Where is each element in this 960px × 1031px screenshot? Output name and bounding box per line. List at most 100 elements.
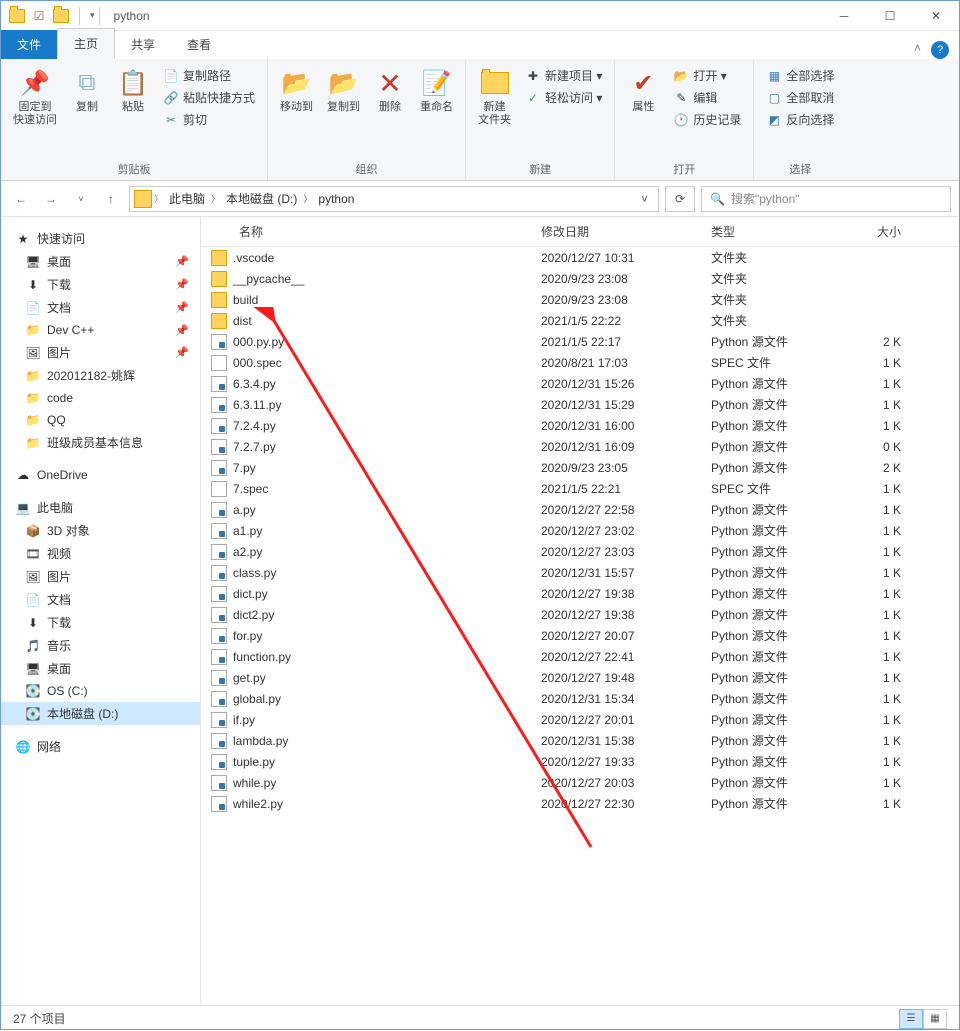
sidebar-item[interactable]: 🖼图片📌	[1, 341, 200, 364]
sidebar-item[interactable]: 📁班级成员基本信息	[1, 431, 200, 454]
sidebar-item[interactable]: 📁code	[1, 387, 200, 409]
table-row[interactable]: if.py2020/12/27 20:01Python 源文件1 K	[201, 709, 959, 730]
breadcrumb[interactable]: 〉 此电脑 〉 本地磁盘 (D:) 〉 python ˅	[129, 186, 659, 212]
close-button[interactable]: ✕	[913, 1, 959, 31]
table-row[interactable]: while.py2020/12/27 20:03Python 源文件1 K	[201, 772, 959, 793]
sidebar-item[interactable]: 🖥桌面	[1, 657, 200, 680]
qat-icon-2[interactable]	[53, 8, 69, 24]
tab-home[interactable]: 主页	[57, 28, 115, 59]
table-row[interactable]: a2.py2020/12/27 23:03Python 源文件1 K	[201, 541, 959, 562]
nav-forward-button[interactable]: →	[39, 187, 63, 211]
sidebar-item[interactable]: 📁QQ	[1, 409, 200, 431]
copy-button[interactable]: ⧉ 复制	[65, 63, 109, 118]
sidebar-item[interactable]: ⬇下载📌	[1, 273, 200, 296]
qat-icon[interactable]: ☑	[31, 8, 47, 24]
table-row[interactable]: 000.spec2020/8/21 17:03SPEC 文件1 K	[201, 352, 959, 373]
sidebar-item[interactable]: 🌐网络	[1, 735, 200, 758]
table-row[interactable]: 6.3.4.py2020/12/31 15:26Python 源文件1 K	[201, 373, 959, 394]
table-row[interactable]: for.py2020/12/27 20:07Python 源文件1 K	[201, 625, 959, 646]
select-none-button[interactable]: ▢全部取消	[762, 87, 838, 108]
sidebar-item[interactable]: ★快速访问	[1, 227, 200, 250]
table-row[interactable]: class.py2020/12/31 15:57Python 源文件1 K	[201, 562, 959, 583]
search-input[interactable]: 🔍 搜索"python"	[701, 186, 951, 212]
table-row[interactable]: a1.py2020/12/27 23:02Python 源文件1 K	[201, 520, 959, 541]
table-row[interactable]: dict.py2020/12/27 19:38Python 源文件1 K	[201, 583, 959, 604]
move-to-button[interactable]: 📂移动到	[274, 63, 319, 118]
col-header-name[interactable]: 名称	[201, 223, 531, 240]
breadcrumb-seg[interactable]: 此电脑	[165, 190, 209, 207]
sidebar-item[interactable]: ☁OneDrive	[1, 464, 200, 486]
history-button[interactable]: 🕐历史记录	[669, 109, 745, 130]
tab-view[interactable]: 查看	[171, 30, 227, 59]
ribbon-collapse-icon[interactable]: ˄	[904, 37, 931, 59]
sidebar-item[interactable]: 💻此电脑	[1, 496, 200, 519]
view-details-button[interactable]: ☰	[899, 1009, 923, 1029]
nav-recent-icon[interactable]: ˅	[69, 187, 93, 211]
qat-dropdown-icon[interactable]: ▾	[90, 10, 95, 21]
table-row[interactable]: a.py2020/12/27 22:58Python 源文件1 K	[201, 499, 959, 520]
table-row[interactable]: tuple.py2020/12/27 19:33Python 源文件1 K	[201, 751, 959, 772]
table-row[interactable]: dict2.py2020/12/27 19:38Python 源文件1 K	[201, 604, 959, 625]
sidebar-item[interactable]: 📄文档📌	[1, 296, 200, 319]
pin-quick-access-button[interactable]: 📌 固定到 快速访问	[7, 63, 63, 131]
minimize-button[interactable]: ─	[821, 1, 867, 31]
sidebar-item[interactable]: 🎵音乐	[1, 634, 200, 657]
refresh-button[interactable]: ⟳	[665, 186, 695, 212]
breadcrumb-seg[interactable]: python	[314, 192, 358, 206]
new-folder-button[interactable]: 新建 文件夹	[472, 63, 517, 131]
sidebar-item[interactable]: ⬇下载	[1, 611, 200, 634]
select-all-button[interactable]: ▦全部选择	[762, 65, 838, 86]
table-row[interactable]: lambda.py2020/12/31 15:38Python 源文件1 K	[201, 730, 959, 751]
col-header-date[interactable]: 修改日期	[531, 223, 701, 240]
view-large-button[interactable]: ▦	[923, 1009, 947, 1029]
sidebar-item[interactable]: 📄文档	[1, 588, 200, 611]
col-header-type[interactable]: 类型	[701, 223, 841, 240]
table-row[interactable]: __pycache__2020/9/23 23:08文件夹	[201, 268, 959, 289]
help-icon[interactable]: ?	[931, 41, 949, 59]
properties-button[interactable]: ✔属性	[621, 63, 665, 118]
table-row[interactable]: .vscode2020/12/27 10:31文件夹	[201, 247, 959, 268]
table-row[interactable]: while2.py2020/12/27 22:30Python 源文件1 K	[201, 793, 959, 814]
table-row[interactable]: 6.3.11.py2020/12/31 15:29Python 源文件1 K	[201, 394, 959, 415]
sidebar-item[interactable]: 🎞视频	[1, 542, 200, 565]
rename-button[interactable]: 📝重命名	[414, 63, 459, 118]
maximize-button[interactable]: ☐	[867, 1, 913, 31]
delete-button[interactable]: ✕删除	[368, 63, 412, 118]
sidebar-item[interactable]: 💽OS (C:)	[1, 680, 200, 702]
new-item-button[interactable]: ✚新建项目 ▾	[521, 65, 606, 86]
table-row[interactable]: dist2021/1/5 22:22文件夹	[201, 310, 959, 331]
table-row[interactable]: 000.py.py2021/1/5 22:17Python 源文件2 K	[201, 331, 959, 352]
paste-shortcut-button[interactable]: 🔗粘贴快捷方式	[159, 87, 259, 108]
sidebar-item[interactable]: 📁Dev C++📌	[1, 319, 200, 341]
paste-button[interactable]: 📋 粘贴	[111, 63, 155, 118]
chevron-right-icon[interactable]: 〉	[154, 192, 163, 205]
copy-path-button[interactable]: 📄复制路径	[159, 65, 259, 86]
copy-to-button[interactable]: 📂复制到	[321, 63, 366, 118]
invert-selection-button[interactable]: ◩反向选择	[762, 109, 838, 130]
sidebar-item[interactable]: 🖼图片	[1, 565, 200, 588]
easy-access-button[interactable]: ✓轻松访问 ▾	[521, 87, 606, 108]
sidebar-item[interactable]: 📁202012182-姚辉	[1, 364, 200, 387]
tab-file[interactable]: 文件	[1, 30, 57, 59]
chevron-right-icon[interactable]: 〉	[211, 192, 220, 205]
nav-tree[interactable]: ★快速访问🖥桌面📌⬇下载📌📄文档📌📁Dev C++📌🖼图片📌📁202012182…	[1, 217, 201, 1005]
nav-back-button[interactable]: ←	[9, 187, 33, 211]
sidebar-item[interactable]: 💽本地磁盘 (D:)	[1, 702, 200, 725]
breadcrumb-seg[interactable]: 本地磁盘 (D:)	[222, 190, 301, 207]
breadcrumb-dropdown-icon[interactable]: ˅	[635, 192, 654, 206]
table-row[interactable]: function.py2020/12/27 22:41Python 源文件1 K	[201, 646, 959, 667]
chevron-right-icon[interactable]: 〉	[303, 192, 312, 205]
cut-button[interactable]: ✂剪切	[159, 109, 259, 130]
table-row[interactable]: 7.spec2021/1/5 22:21SPEC 文件1 K	[201, 478, 959, 499]
sidebar-item[interactable]: 📦3D 对象	[1, 519, 200, 542]
col-header-size[interactable]: 大小	[841, 223, 911, 240]
table-row[interactable]: get.py2020/12/27 19:48Python 源文件1 K	[201, 667, 959, 688]
edit-button[interactable]: ✎编辑	[669, 87, 745, 108]
table-row[interactable]: build2020/9/23 23:08文件夹	[201, 289, 959, 310]
table-row[interactable]: global.py2020/12/31 15:34Python 源文件1 K	[201, 688, 959, 709]
table-row[interactable]: 7.py2020/9/23 23:05Python 源文件2 K	[201, 457, 959, 478]
tab-share[interactable]: 共享	[115, 30, 171, 59]
sidebar-item[interactable]: 🖥桌面📌	[1, 250, 200, 273]
nav-up-button[interactable]: ↑	[99, 187, 123, 211]
open-button[interactable]: 📂打开 ▾	[669, 65, 745, 86]
